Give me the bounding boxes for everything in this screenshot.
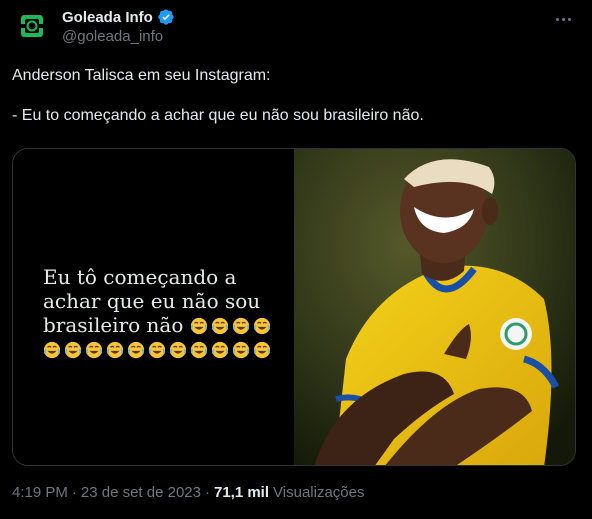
laughing-emoji-icon [211, 341, 229, 359]
display-name[interactable]: Goleada Info [62, 9, 153, 26]
laughing-emoji-icon [253, 317, 270, 335]
laughing-emoji-icon [169, 341, 187, 359]
laughing-emoji-icon [64, 341, 82, 359]
views-count[interactable]: 71,1 mil [214, 484, 269, 501]
meta-separator-2: · [204, 484, 210, 501]
laughing-emoji-icon [190, 317, 207, 335]
laughing-emoji-icon [253, 341, 271, 359]
laughing-emoji-icon [211, 317, 228, 335]
player-photo[interactable] [294, 149, 575, 465]
story-screenshot[interactable]: Eu tô começando a achar que eu não sou b… [13, 149, 294, 465]
laughing-emoji-icon [43, 341, 61, 359]
tweet-line-2: - Eu to começando a achar que eu não sou… [12, 107, 424, 124]
laughing-emoji-icon [106, 341, 124, 359]
tweet-text: Anderson Talisca em seu Instagram: - Eu … [12, 66, 580, 126]
tweet-header: Goleada Info @goleada_info [12, 6, 580, 50]
tweet-meta: 4:19 PM · 23 de set de 2023 · 71,1 mil V… [12, 484, 364, 501]
laughing-emoji-icon [232, 341, 250, 359]
tweet-line-1: Anderson Talisca em seu Instagram: [12, 67, 271, 84]
tweet-time[interactable]: 4:19 PM [12, 484, 68, 501]
goleada-logo-icon [21, 15, 43, 37]
laughing-emoji-icon [127, 341, 145, 359]
laughing-emoji-icon [232, 317, 249, 335]
meta-separator: · [71, 484, 77, 501]
name-row: Goleada Info [62, 8, 175, 26]
story-text: Eu tô começando a achar que eu não sou b… [43, 265, 283, 361]
player-photo-illustration [294, 149, 575, 465]
more-options-icon[interactable] [552, 12, 574, 26]
laughing-emoji-icon [148, 341, 166, 359]
tweet-media[interactable]: Eu tô começando a achar que eu não sou b… [12, 148, 576, 466]
avatar[interactable] [12, 6, 52, 46]
handle[interactable]: @goleada_info [62, 28, 163, 45]
laughing-emoji-icon [190, 341, 208, 359]
verified-badge-icon [158, 9, 174, 25]
laughing-emoji-icon [85, 341, 103, 359]
tweet-date[interactable]: 23 de set de 2023 [81, 484, 201, 501]
views-label: Visualizações [273, 484, 365, 501]
